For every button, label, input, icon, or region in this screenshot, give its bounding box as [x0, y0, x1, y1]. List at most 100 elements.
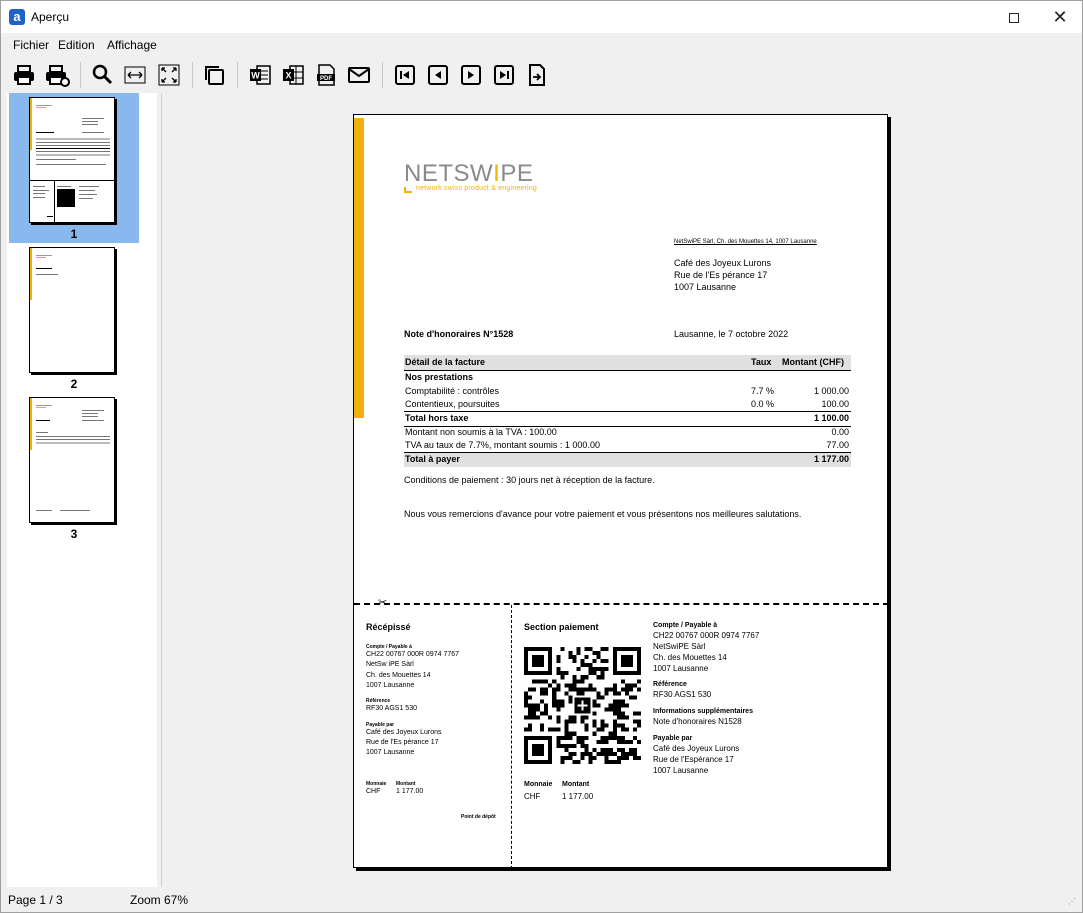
perforation-line-vertical [511, 605, 512, 867]
copy-button[interactable] [201, 62, 227, 88]
maximize-icon [1009, 13, 1019, 24]
close-icon: ✕ [1052, 7, 1068, 27]
payment-account-line: Ch. des Mouettes 14 [653, 653, 727, 662]
document-page: NETSWIPE network swiss product & enginee… [353, 114, 888, 868]
envelope-icon [348, 67, 370, 83]
go-to-page-icon [529, 64, 545, 86]
receipt-amount: 1 177.00 [396, 788, 424, 795]
payment-info-label: Informations supplémentaires [653, 708, 753, 715]
receipt-payable-by-line: 1007 Lausanne [366, 749, 415, 756]
tax-row-label: Montant non soumis à la TVA : 100.00 [405, 427, 557, 437]
export-excel-button[interactable]: X [280, 62, 306, 88]
export-pdf-button[interactable]: PDF [313, 62, 339, 88]
email-button[interactable] [346, 62, 372, 88]
payment-account-line: 1007 Lausanne [653, 664, 709, 673]
last-page-icon [494, 65, 514, 85]
first-page-icon [395, 65, 415, 85]
app-icon: a [9, 9, 25, 25]
thumbnail-page-2[interactable]: 2 [9, 243, 139, 393]
accent-bar [354, 118, 364, 418]
payment-reference-label: Référence [653, 681, 687, 688]
menu-bar: Fichier Edition Affichage [1, 35, 1082, 55]
payment-account-label: Compte / Payable à [653, 622, 718, 629]
qr-code [524, 647, 641, 764]
acceptance-point: Point de dépôt [461, 814, 496, 820]
recipient-street: Rue de l'Es pérance 17 [674, 270, 768, 280]
receipt-account-line: CH22 00767 000R 0974 7767 [366, 651, 460, 658]
payment-info: Note d'honoraires N1528 [653, 717, 742, 726]
maximize-button[interactable] [991, 1, 1037, 33]
fit-width-button[interactable] [122, 62, 148, 88]
zoom-button[interactable] [89, 62, 115, 88]
receipt-currency: CHF [366, 788, 381, 795]
table-row-label: Comptabilité : contrôles [405, 386, 500, 396]
tax-row-amount: 0.00 [831, 427, 849, 437]
table-section: Nos prestations [405, 372, 474, 382]
thumbnail-label: 1 [70, 227, 78, 241]
preview-window: a Aperçu ✕ Fichier Edition Affichage W X… [0, 0, 1083, 913]
thumbnail-page-3[interactable]: 3 [9, 393, 139, 543]
printer-icon [14, 65, 34, 85]
first-page-button[interactable] [392, 62, 418, 88]
go-to-page-button[interactable] [524, 62, 550, 88]
payment-currency: CHF [524, 792, 541, 801]
receipt-account-label: Compte / Payable à [366, 644, 412, 650]
previous-page-button[interactable] [425, 62, 451, 88]
menu-edition[interactable]: Edition [58, 38, 95, 52]
subtotal-amount: 1 100.00 [813, 413, 849, 423]
thumbnail-pane[interactable]: 1 2 3 [7, 93, 157, 887]
sender-line: NetSwiPE Sàrl, Ch. des Mouettes 14, 1007… [674, 239, 817, 245]
invoice-title: Note d'honoraires N°1528 [404, 329, 514, 339]
receipt-payable-by-label: Payable par [366, 722, 395, 728]
title-bar: a Aperçu ✕ [1, 1, 1082, 33]
menu-fichier[interactable]: Fichier [13, 38, 49, 52]
payment-payable-by-label: Payable par [653, 735, 693, 742]
table-header-label: Détail de la facture [405, 357, 486, 367]
print-button[interactable] [11, 62, 37, 88]
svg-text:X: X [285, 71, 291, 81]
receipt-reference: RF30 AGS1 530 [366, 705, 417, 712]
resize-grip-icon[interactable]: ⋰ [1068, 897, 1076, 906]
receipt-title: Récépissé [366, 622, 411, 632]
thumbnail-label: 3 [70, 527, 78, 541]
window-title: Aperçu [31, 10, 70, 24]
payment-currency-label: Monnaie [524, 781, 553, 788]
thumbnail-image [29, 397, 115, 523]
payment-amount-label: Montant [562, 781, 590, 788]
printer-settings-icon [46, 65, 70, 87]
status-bar: Page 1 / 3 Zoom 67% ⋰ [1, 889, 1082, 912]
table-row-label: Contentieux, poursuites [405, 399, 500, 409]
payment-payable-by-line: Rue de l'Espérance 17 [653, 755, 734, 764]
table-row-amount: 100.00 [821, 399, 849, 409]
receipt-currency-label: Monnaie [366, 781, 387, 787]
payment-conditions: Conditions de paiement : 30 jours net à … [404, 475, 655, 485]
print-setup-button[interactable] [44, 62, 70, 88]
last-page-button[interactable] [491, 62, 517, 88]
receipt-payable-by-line: Café des Joyeux Lurons [366, 729, 442, 736]
receipt-account-line: NetSw iPE Sàrl [366, 661, 414, 668]
svg-text:PDF: PDF [320, 76, 332, 82]
thumbnail-page-1[interactable]: 1 [9, 93, 139, 243]
fit-page-button[interactable] [156, 62, 182, 88]
page-indicator: Page 1 / 3 [8, 893, 63, 907]
toolbar: W X PDF [1, 59, 1082, 91]
logo-tagline: network swiss product & engineering [416, 185, 538, 192]
receipt-payable-by-line: Rue de l'Es pérance 17 [366, 739, 439, 746]
company-logo: NETSWIPE network swiss product & enginee… [404, 160, 538, 193]
svg-text:W: W [251, 71, 260, 81]
payment-account-line: NetSwiPE Sàrl [653, 642, 706, 651]
receipt-reference-label: Référence [366, 698, 391, 704]
menu-affichage[interactable]: Affichage [107, 38, 157, 52]
excel-icon: X [283, 65, 304, 85]
payment-amount: 1 177.00 [562, 792, 594, 801]
total-amount: 1 177.00 [813, 454, 849, 464]
fit-width-icon [124, 66, 146, 84]
receipt-account-line: 1007 Lausanne [366, 682, 415, 689]
close-button[interactable]: ✕ [1037, 1, 1083, 33]
next-page-icon [461, 65, 481, 85]
total-label: Total à payer [405, 454, 460, 464]
next-page-button[interactable] [458, 62, 484, 88]
fit-page-icon [158, 64, 180, 86]
export-word-button[interactable]: W [247, 62, 273, 88]
payment-account-line: CH22 00767 000R 0974 7767 [653, 631, 760, 640]
